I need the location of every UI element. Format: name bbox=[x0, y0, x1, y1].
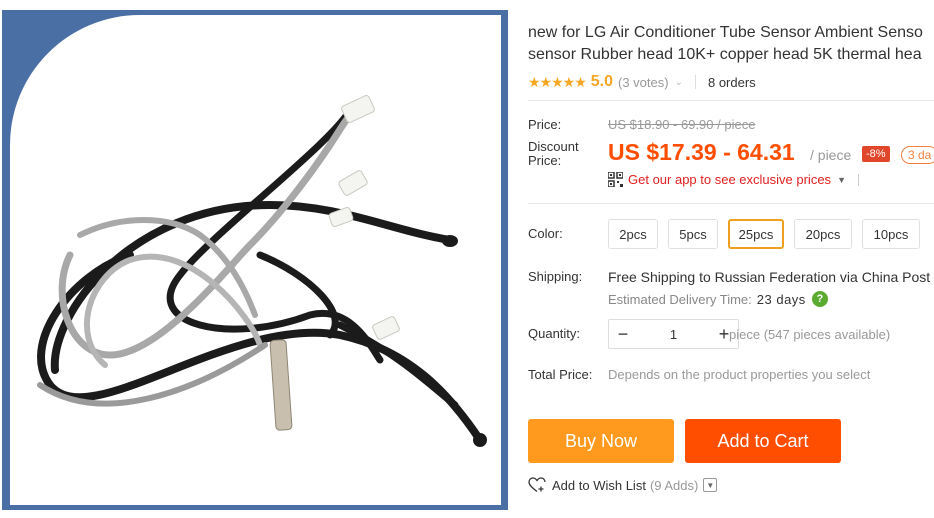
option-20pcs[interactable]: 20pcs bbox=[794, 219, 852, 249]
estimated-delivery: Estimated Delivery Time: 23 days ? bbox=[608, 291, 828, 307]
buy-now-button[interactable]: Buy Now bbox=[528, 419, 674, 463]
wish-list-link[interactable]: Add to Wish List (9 Adds) ▼ bbox=[528, 477, 718, 493]
shipping-destination: to Russian Federation via China Post bbox=[699, 269, 931, 285]
shipping-info[interactable]: Free Shipping to Russian Federation via … bbox=[608, 269, 930, 285]
option-5pcs[interactable]: 5pcs bbox=[668, 219, 718, 249]
product-title-line-1: new for LG Air Conditioner Tube Sensor A… bbox=[528, 24, 923, 41]
sensor-cables-illustration bbox=[37, 94, 487, 447]
product-title-line-2: sensor Rubber head 10K+ copper head 5K t… bbox=[528, 46, 922, 63]
option-10pcs[interactable]: 10pcs bbox=[862, 219, 920, 249]
option-2pcs[interactable]: 2pcs bbox=[608, 219, 658, 249]
option-25pcs-selected[interactable]: 25pcs bbox=[728, 219, 784, 249]
app-promo-text: Get our app to see exclusive prices bbox=[628, 172, 832, 187]
product-image[interactable] bbox=[10, 15, 501, 505]
product-image-frame bbox=[2, 10, 508, 510]
votes-link[interactable]: (3 votes) bbox=[618, 75, 669, 90]
price-label: Price: bbox=[528, 117, 562, 132]
app-promo-link[interactable]: Get our app to see exclusive prices ▼ bbox=[607, 171, 859, 188]
per-piece-unit: / piece bbox=[810, 147, 852, 163]
quantity-available: piece (547 pieces available) bbox=[729, 327, 891, 342]
wish-list-label: Add to Wish List bbox=[552, 477, 646, 493]
help-icon[interactable]: ? bbox=[811, 291, 828, 307]
discount-badge: -8% bbox=[862, 146, 890, 162]
discount-label-line-1: Discount bbox=[528, 139, 579, 154]
product-image-panel bbox=[0, 0, 518, 518]
add-to-cart-button[interactable]: Add to Cart bbox=[685, 419, 841, 463]
divider bbox=[694, 75, 696, 89]
rating-value: 5.0 bbox=[590, 73, 614, 90]
qr-code-icon bbox=[607, 171, 624, 188]
total-price-text: Depends on the product properties you se… bbox=[608, 367, 871, 382]
star-rating-icon: ★★★★★ bbox=[528, 73, 587, 90]
orders-count: 8 orders bbox=[707, 74, 756, 90]
discount-label: Discount Price: bbox=[528, 140, 579, 168]
original-price: US $18.90 - 69.90 / piece bbox=[608, 117, 756, 132]
estimated-delivery-label: Estimated Delivery Time: bbox=[608, 291, 752, 307]
rating-row: ★★★★★ 5.0 (3 votes) ⌄ 8 orders bbox=[528, 72, 756, 92]
color-options: 2pcs 5pcs 25pcs 20pcs 10pcs bbox=[608, 219, 920, 249]
caret-down-icon: ▼ bbox=[837, 174, 846, 185]
shipping-label: Shipping: bbox=[528, 269, 583, 284]
quantity-decrease-button[interactable]: − bbox=[609, 320, 637, 348]
days-left-badge: 3 da bbox=[901, 146, 934, 164]
quantity-stepper: − 1 + bbox=[608, 319, 739, 349]
discount-price: US $17.39 - 64.31 bbox=[608, 139, 795, 165]
product-title: new for LG Air Conditioner Tube Sensor A… bbox=[528, 22, 934, 66]
divider bbox=[857, 173, 859, 186]
quantity-input[interactable]: 1 bbox=[637, 327, 710, 342]
heart-plus-icon bbox=[528, 477, 546, 493]
color-label: Color: bbox=[528, 226, 563, 241]
dropdown-icon[interactable]: ▼ bbox=[703, 478, 718, 492]
divider bbox=[528, 100, 934, 101]
estimated-delivery-days: 23 days bbox=[756, 291, 806, 307]
divider bbox=[528, 203, 934, 204]
discount-label-line-2: Price: bbox=[528, 153, 562, 168]
total-price-label: Total Price: bbox=[528, 367, 593, 382]
quantity-label: Quantity: bbox=[528, 326, 581, 341]
chevron-down-icon[interactable]: ⌄ bbox=[675, 77, 683, 88]
wish-list-count: (9 Adds) bbox=[649, 477, 699, 493]
free-shipping-text: Free Shipping bbox=[608, 269, 696, 285]
product-info-panel: new for LG Air Conditioner Tube Sensor A… bbox=[519, 0, 934, 518]
